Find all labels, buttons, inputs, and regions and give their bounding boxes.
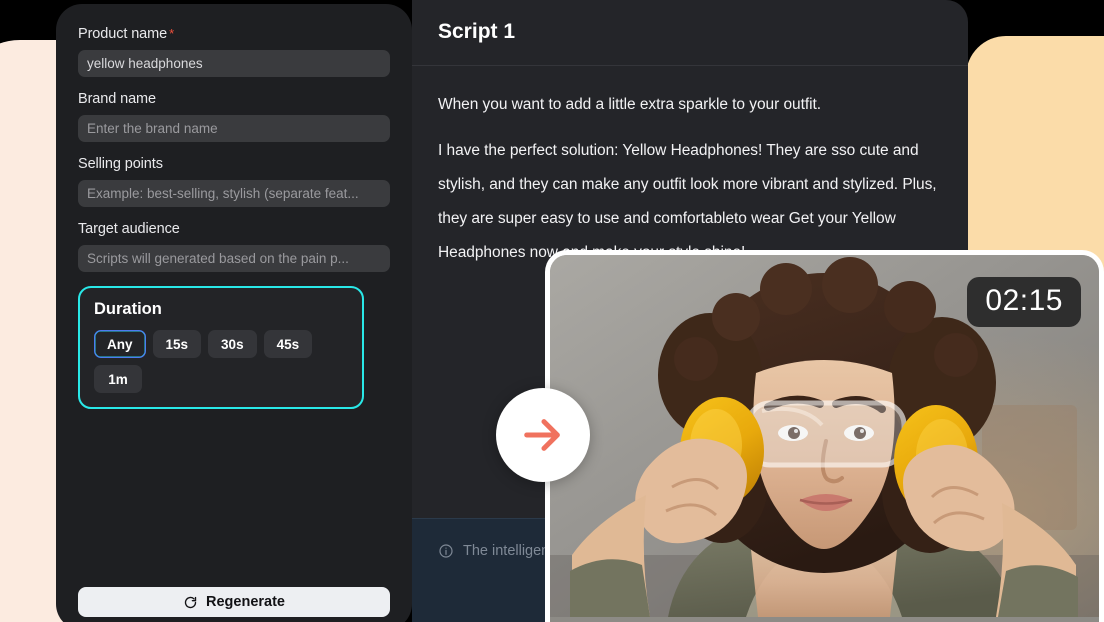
input-target-audience[interactable]: Scripts will generated based on the pain…	[78, 245, 390, 272]
label-text: Product name	[78, 26, 168, 42]
input-product-name[interactable]: yellow headphones	[78, 50, 390, 77]
duration-chip-45s[interactable]: 45s	[263, 330, 313, 358]
arrow-right-icon	[524, 419, 560, 451]
regenerate-button[interactable]: Regenerate	[78, 587, 390, 617]
script-title: Script 1	[438, 20, 516, 43]
duration-chip-any[interactable]: Any	[94, 330, 146, 358]
app-screenshot: Product name * yellow headphones Brand na…	[0, 0, 1104, 622]
next-video-button[interactable]	[496, 388, 590, 482]
duration-chip-row: Any 15s 30s 45s	[94, 330, 348, 358]
duration-title: Duration	[94, 300, 162, 318]
script-header: Script 1	[412, 0, 968, 66]
field-selling-points: Selling points Example: best-selling, st…	[78, 156, 390, 207]
duration-chip-15s[interactable]: 15s	[152, 330, 202, 358]
label-target-audience: Target audience	[78, 221, 180, 237]
duration-chip-row-2: 1m	[94, 365, 348, 393]
product-form-panel: Product name * yellow headphones Brand na…	[56, 4, 412, 622]
label-brand-name: Brand name	[78, 91, 156, 107]
regenerate-label: Regenerate	[206, 594, 285, 610]
field-brand-name: Brand name Enter the brand name	[78, 91, 390, 142]
video-preview-card[interactable]: 02:15	[545, 250, 1104, 622]
script-paragraph-1: When you want to add a little extra spar…	[438, 96, 822, 113]
script-body[interactable]: When you want to add a little extra spar…	[412, 66, 968, 270]
duration-selector: Duration Any 15s 30s 45s 1m	[78, 286, 364, 409]
input-selling-points[interactable]: Example: best-selling, stylish (separate…	[78, 180, 390, 207]
video-timer-badge: 02:15	[967, 277, 1081, 327]
refresh-icon	[184, 596, 197, 608]
label-product-name: Product name *	[78, 26, 390, 42]
duration-chip-1m[interactable]: 1m	[94, 365, 142, 393]
duration-chip-30s[interactable]: 30s	[208, 330, 257, 358]
info-icon	[439, 544, 453, 558]
required-asterisk: *	[169, 26, 175, 41]
field-target-audience: Target audience Scripts will generated b…	[78, 221, 390, 272]
label-selling-points: Selling points	[78, 156, 163, 172]
input-brand-name[interactable]: Enter the brand name	[78, 115, 390, 142]
field-product-name: Product name * yellow headphones	[78, 26, 390, 77]
